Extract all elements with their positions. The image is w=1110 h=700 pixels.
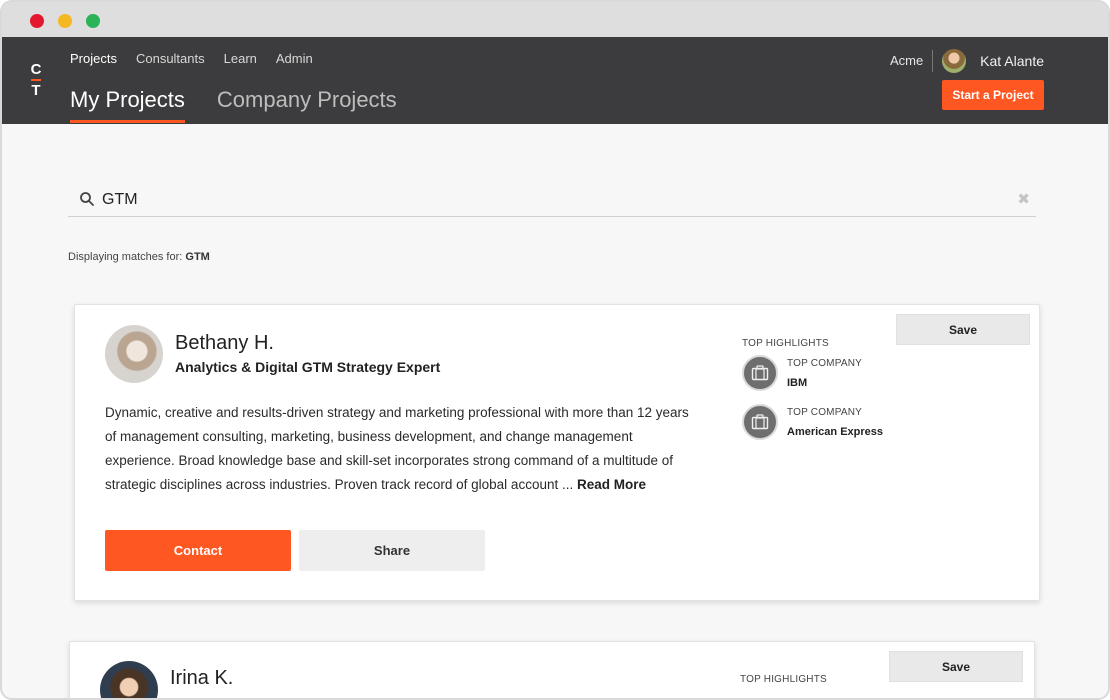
project-tabs: My Projects Company Projects: [70, 87, 397, 123]
logo-bar: [31, 79, 41, 81]
highlight-label: TOP COMPANY: [787, 357, 862, 369]
tab-company-projects[interactable]: Company Projects: [217, 87, 397, 121]
search-results-summary: Displaying matches for: GTM: [68, 251, 210, 263]
consultant-name[interactable]: Irina K.: [170, 667, 233, 690]
nav-item-admin[interactable]: Admin: [276, 51, 313, 66]
highlight-value: American Express: [787, 425, 883, 438]
consultant-avatar[interactable]: [105, 325, 163, 383]
account-area: Acme Kat Alante: [890, 49, 1044, 73]
window-titlebar: [2, 2, 1108, 37]
matches-term: GTM: [185, 251, 210, 263]
highlight-item: TOP COMPANY IBM: [742, 355, 862, 391]
briefcase-icon: [742, 404, 778, 440]
consultant-bio: Dynamic, creative and results-driven str…: [105, 401, 690, 497]
maximize-window-button[interactable]: [86, 14, 100, 28]
nav-item-learn[interactable]: Learn: [224, 51, 257, 66]
highlight-label: TOP COMPANY: [787, 406, 862, 418]
minimize-window-button[interactable]: [58, 14, 72, 28]
user-name[interactable]: Kat Alante: [980, 53, 1044, 69]
read-more-link[interactable]: Read More: [577, 477, 646, 492]
tab-my-projects[interactable]: My Projects: [70, 87, 185, 123]
app-logo[interactable]: C T: [28, 61, 44, 99]
save-button[interactable]: Save: [896, 314, 1030, 345]
matches-prefix: Displaying matches for:: [68, 251, 186, 263]
nav-item-consultants[interactable]: Consultants: [136, 51, 205, 66]
close-window-button[interactable]: [30, 14, 44, 28]
highlight-value: IBM: [787, 376, 808, 389]
consultant-card: Bethany H. Analytics & Digital GTM Strat…: [74, 304, 1040, 601]
search-icon: [80, 192, 94, 206]
logo-letter-top: C: [30, 61, 42, 78]
consultant-name[interactable]: Bethany H.: [175, 332, 274, 355]
consultant-title: Analytics & Digital GTM Strategy Expert: [175, 359, 441, 375]
consultant-avatar[interactable]: [100, 661, 158, 698]
clear-search-icon[interactable]: ✖: [1017, 190, 1030, 208]
logo-letter-bottom: T: [31, 82, 41, 99]
browser-window: C T Projects Consultants Learn Admin My …: [0, 0, 1110, 700]
contact-button[interactable]: Contact: [105, 530, 291, 571]
top-nav: Projects Consultants Learn Admin: [70, 51, 313, 66]
briefcase-icon: [742, 355, 778, 391]
highlight-item: TOP COMPANY American Express: [742, 404, 883, 440]
share-button[interactable]: Share: [299, 530, 485, 571]
highlights-title: TOP HIGHLIGHTS: [742, 338, 829, 349]
search-bar: ✖: [68, 182, 1036, 217]
consultant-card: Irina K. Save TOP HIGHLIGHTS: [69, 641, 1035, 698]
org-name[interactable]: Acme: [890, 50, 934, 72]
start-project-button[interactable]: Start a Project: [942, 80, 1044, 110]
app-header: C T Projects Consultants Learn Admin My …: [2, 37, 1108, 124]
highlights-title: TOP HIGHLIGHTS: [740, 674, 827, 685]
nav-item-projects[interactable]: Projects: [70, 51, 117, 66]
user-avatar[interactable]: [942, 49, 967, 73]
save-button[interactable]: Save: [889, 651, 1023, 682]
search-input[interactable]: [102, 188, 982, 212]
